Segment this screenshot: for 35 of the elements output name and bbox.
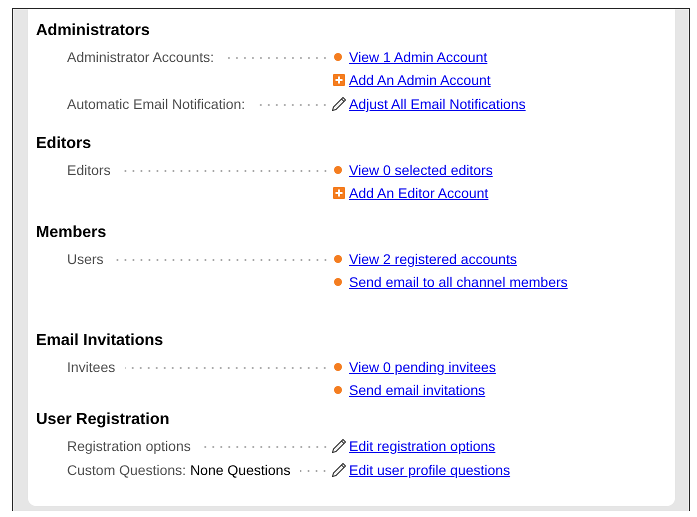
- action-link[interactable]: Adjust All Email Notifications: [349, 93, 526, 115]
- field-label: Invitees: [67, 358, 116, 377]
- bullet-icon: [334, 278, 342, 286]
- section-heading: Editors: [36, 134, 92, 154]
- field-label: Automatic Email Notification:: [67, 95, 246, 114]
- add-icon: [333, 187, 345, 199]
- pencil-icon: [331, 96, 347, 112]
- field-value: None Questions: [190, 461, 290, 480]
- action-link[interactable]: View 0 pending invitees: [349, 356, 496, 378]
- action-link[interactable]: Edit user profile questions: [349, 459, 510, 481]
- action-link[interactable]: Send email invitations: [349, 379, 486, 401]
- section-heading: Administrators: [36, 21, 151, 41]
- action-link[interactable]: Add An Editor Account: [349, 182, 488, 204]
- pencil-icon: [331, 462, 347, 478]
- field-label: Users: [67, 250, 104, 269]
- bullet-icon: [334, 166, 342, 174]
- pencil-icon: [331, 438, 347, 454]
- field-label: Editors: [67, 161, 111, 180]
- field-label: Custom Questions:: [67, 461, 186, 480]
- bullet-icon: [334, 255, 342, 263]
- section-heading: User Registration: [36, 410, 170, 430]
- bullet-icon: [334, 363, 342, 371]
- add-icon: [333, 74, 345, 86]
- action-link[interactable]: View 1 Admin Account: [349, 46, 488, 68]
- section-heading: Members: [36, 223, 108, 243]
- field-label: Administrator Accounts:: [67, 48, 214, 67]
- action-link[interactable]: Add An Admin Account: [349, 69, 491, 91]
- action-link[interactable]: View 2 registered accounts: [349, 248, 517, 270]
- section-heading: Email Invitations: [36, 331, 164, 351]
- action-link[interactable]: Send email to all channel members: [349, 271, 568, 293]
- bullet-icon: [334, 386, 342, 394]
- action-link[interactable]: Edit registration options: [349, 435, 496, 457]
- bullet-icon: [334, 53, 342, 61]
- field-label: Registration options: [67, 437, 191, 456]
- action-link[interactable]: View 0 selected editors: [349, 159, 493, 181]
